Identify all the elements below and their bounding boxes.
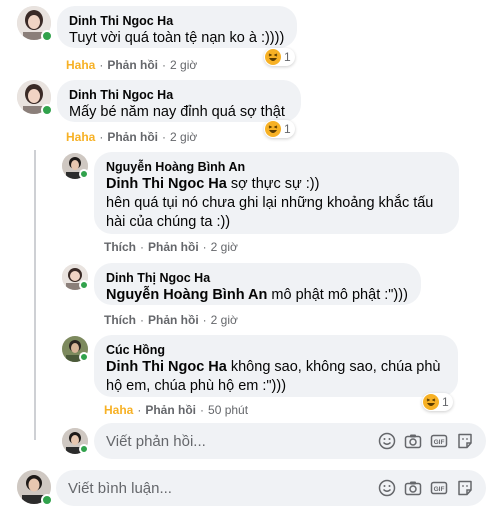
reaction-count: 1	[284, 50, 291, 64]
reaction-badge[interactable]: 1	[422, 393, 453, 411]
haha-button[interactable]: Haha	[66, 130, 95, 144]
reaction-count: 1	[442, 395, 449, 409]
comment-bubble: Dinh Thi Ngoc Ha Mấy bé năm nay đỉnh quá…	[57, 80, 301, 122]
reply-text: sợ thực sự :))	[226, 176, 320, 192]
reply-bubble: Nguyễn Hoàng Bình An Dinh Thi Ngoc Ha sợ…	[94, 152, 459, 234]
mention-link[interactable]: Nguyễn Hoàng Bình An	[106, 287, 267, 303]
sticker-icon[interactable]	[456, 479, 474, 497]
camera-icon[interactable]	[404, 479, 422, 497]
reply-author[interactable]: Nguyễn Hoàng Bình An	[106, 159, 447, 175]
reply-input-box[interactable]: GIF	[94, 423, 486, 459]
comment-input-box[interactable]: GIF	[56, 470, 486, 506]
comment-author[interactable]: Dinh Thi Ngoc Ha	[69, 87, 289, 103]
comment-author[interactable]: Dinh Thi Ngoc Ha	[69, 13, 285, 29]
reply-text: hên quá tụi nó chưa ghi lại những khoảng…	[106, 195, 434, 211]
reply-text: hài của chúng ta :))	[106, 214, 231, 230]
comment-bubble: Dinh Thi Ngoc Ha Tuyt vời quá toàn tệ nạ…	[57, 6, 297, 48]
reply-actions: Thích · Phản hồi · 2 giờ	[104, 313, 238, 327]
reply-button[interactable]: Phản hồi	[148, 313, 199, 327]
comment-text: Mấy bé năm nay đỉnh quá sợ thật	[69, 104, 285, 120]
reaction-badge[interactable]: 1	[264, 48, 295, 66]
online-indicator	[79, 444, 89, 454]
sticker-icon[interactable]	[456, 432, 474, 450]
reply-button[interactable]: Phản hồi	[107, 130, 158, 144]
online-indicator	[79, 169, 89, 179]
svg-text:GIF: GIF	[434, 439, 445, 446]
timestamp[interactable]: 2 giờ	[170, 58, 197, 72]
reaction-badge[interactable]: 1	[264, 120, 295, 138]
mention-link[interactable]: Dinh Thi Ngoc Ha	[106, 359, 227, 375]
like-button[interactable]: Thích	[104, 240, 136, 254]
reply-button[interactable]: Phản hồi	[107, 58, 158, 72]
reply-button[interactable]: Phản hồi	[148, 240, 199, 254]
online-indicator	[41, 494, 53, 506]
reply-tools: GIF	[378, 432, 486, 450]
timestamp[interactable]: 2 giờ	[211, 240, 238, 254]
comment-input[interactable]	[68, 479, 378, 497]
like-button[interactable]: Thích	[104, 313, 136, 327]
haha-emoji-icon	[265, 49, 281, 65]
haha-emoji-icon	[265, 121, 281, 137]
thread-line	[34, 150, 36, 440]
mention-link[interactable]: Dinh Thi Ngoc Ha	[106, 176, 227, 192]
comment-tools: GIF	[378, 479, 486, 497]
reply-text: mô phật mô phật :")))	[267, 287, 408, 303]
reply-text: hộ em, chúa phù hộ em :")))	[106, 378, 287, 394]
timestamp[interactable]: 50 phút	[208, 403, 248, 417]
reply-bubble: Cúc Hồng Dinh Thi Ngoc Ha không sao, khô…	[94, 335, 458, 397]
emoji-icon[interactable]	[378, 432, 396, 450]
comment-actions: Haha · Phản hồi · 2 giờ	[66, 58, 198, 72]
gif-icon[interactable]: GIF	[430, 479, 448, 497]
gif-icon[interactable]: GIF	[430, 432, 448, 450]
camera-icon[interactable]	[404, 432, 422, 450]
reply-button[interactable]: Phản hồi	[145, 403, 196, 417]
comment-actions: Haha · Phản hồi · 2 giờ	[66, 130, 198, 144]
online-indicator	[41, 30, 53, 42]
reply-input[interactable]	[106, 432, 378, 450]
online-indicator	[79, 352, 89, 362]
reaction-count: 1	[284, 122, 291, 136]
haha-emoji-icon	[423, 394, 439, 410]
svg-text:GIF: GIF	[434, 486, 445, 493]
timestamp[interactable]: 2 giờ	[170, 130, 197, 144]
haha-button[interactable]: Haha	[66, 58, 95, 72]
reply-text: không sao, không sao, chúa phù	[226, 359, 441, 375]
emoji-icon[interactable]	[378, 479, 396, 497]
reply-actions: Thích · Phản hồi · 2 giờ	[104, 240, 238, 254]
reply-bubble: Dinh Thị Ngoc Ha Nguyễn Hoàng Bình An mô…	[94, 263, 421, 305]
comment-text: Tuyt vời quá toàn tệ nạn ko à :))))	[69, 30, 285, 46]
online-indicator	[41, 104, 53, 116]
online-indicator	[79, 280, 89, 290]
reply-actions: Haha · Phản hồi · 50 phút	[104, 403, 249, 417]
reply-author[interactable]: Dinh Thị Ngoc Ha	[106, 270, 409, 286]
haha-button[interactable]: Haha	[104, 403, 133, 417]
reply-author[interactable]: Cúc Hồng	[106, 342, 446, 358]
timestamp[interactable]: 2 giờ	[211, 313, 238, 327]
